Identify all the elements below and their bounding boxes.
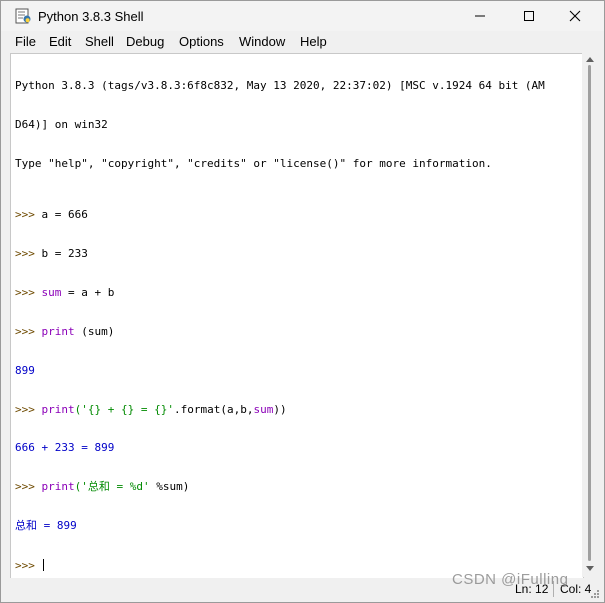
shell-input-line: >>> b = 233 xyxy=(15,247,581,261)
prompt: >>> xyxy=(15,324,42,338)
shell-input-line: >>> print('{} + {} = {}'.format(a,b,sum)… xyxy=(15,402,581,417)
menu-window[interactable]: Window xyxy=(239,34,285,49)
minimize-icon xyxy=(475,15,485,17)
shell-output: Python 3.8.3 (tags/v3.8.3:6f8c832, May 1… xyxy=(15,54,581,598)
code-keyword: print xyxy=(41,324,75,338)
window-title: Python 3.8.3 Shell xyxy=(38,9,144,24)
menu-file[interactable]: File xyxy=(15,34,36,49)
menu-options[interactable]: Options xyxy=(179,34,224,49)
code: b = 233 xyxy=(41,247,88,261)
code-keyword: sum xyxy=(253,402,274,416)
idle-shell-window: Python 3.8.3 Shell File Edit Shell Debug… xyxy=(0,0,605,603)
menu-shell[interactable]: Shell xyxy=(85,34,114,49)
menu-options-label: Options xyxy=(179,34,224,49)
shell-output-line: 总和 = 899 xyxy=(15,519,77,533)
prompt: >>> xyxy=(15,402,42,416)
menu-edit[interactable]: Edit xyxy=(49,34,71,49)
maximize-button[interactable] xyxy=(506,1,552,31)
prompt: >>> xyxy=(15,558,42,572)
prompt: >>> xyxy=(15,480,42,494)
shell-input-line-active[interactable]: >>> xyxy=(15,558,581,572)
prompt: >>> xyxy=(15,286,42,300)
shell-input-line: >>> sum = a + b xyxy=(15,286,581,300)
vertical-scrollbar[interactable] xyxy=(582,53,597,577)
python-idle-icon xyxy=(15,8,31,24)
banner-line: D64)] on win32 xyxy=(15,117,108,131)
code: a = 666 xyxy=(41,208,88,222)
shell-input-line: >>> a = 666 xyxy=(15,208,581,222)
csdn-watermark: CSDN @iFulling xyxy=(452,571,569,588)
code: (sum) xyxy=(74,324,115,338)
close-icon xyxy=(569,10,581,22)
menu-debug[interactable]: Debug xyxy=(126,34,164,49)
code: )) xyxy=(273,402,287,416)
scroll-up-arrow-icon[interactable] xyxy=(586,57,594,62)
title-bar[interactable]: Python 3.8.3 Shell xyxy=(1,1,604,31)
text-cursor xyxy=(42,558,44,571)
menu-shell-label: Shell xyxy=(85,34,114,49)
menu-bar: File Edit Shell Debug Options Window Hel… xyxy=(1,32,604,52)
code: = a + b xyxy=(61,286,115,300)
maximize-icon xyxy=(524,11,534,21)
minimize-button[interactable] xyxy=(457,1,503,31)
banner-line: Python 3.8.3 (tags/v3.8.3:6f8c832, May 1… xyxy=(15,78,545,92)
scroll-down-arrow-icon[interactable] xyxy=(586,566,594,571)
menu-file-label: File xyxy=(15,34,36,49)
resize-grip-icon[interactable] xyxy=(590,589,600,599)
scrollbar-thumb[interactable] xyxy=(588,65,591,561)
shell-output-line: 899 xyxy=(15,363,35,377)
code-keyword: print xyxy=(41,402,75,416)
prompt: >>> xyxy=(15,247,42,261)
shell-output-line: 666 + 233 = 899 xyxy=(15,441,115,455)
code: %sum) xyxy=(149,480,190,494)
menu-edit-label: Edit xyxy=(49,34,72,49)
menu-help-label: Help xyxy=(300,34,327,49)
close-button[interactable] xyxy=(552,1,598,31)
banner-line: Type "help", "copyright", "credits" or "… xyxy=(15,156,492,170)
shell-text-area[interactable]: Python 3.8.3 (tags/v3.8.3:6f8c832, May 1… xyxy=(10,53,584,579)
code-keyword: print xyxy=(41,480,75,494)
menu-debug-label: Debug xyxy=(126,34,165,49)
menu-help[interactable]: Help xyxy=(300,34,327,49)
shell-input-line: >>> print (sum) xyxy=(15,324,581,339)
prompt: >>> xyxy=(15,208,42,222)
code: .format(a,b, xyxy=(173,402,254,416)
code-string: ('{} + {} = {}' xyxy=(74,402,174,416)
menu-window-label: Window xyxy=(239,34,286,49)
code-string: ('总和 = %d' xyxy=(74,480,150,494)
code-keyword: sum xyxy=(41,286,62,300)
shell-input-line: >>> print('总和 = %d' %sum) xyxy=(15,480,581,494)
